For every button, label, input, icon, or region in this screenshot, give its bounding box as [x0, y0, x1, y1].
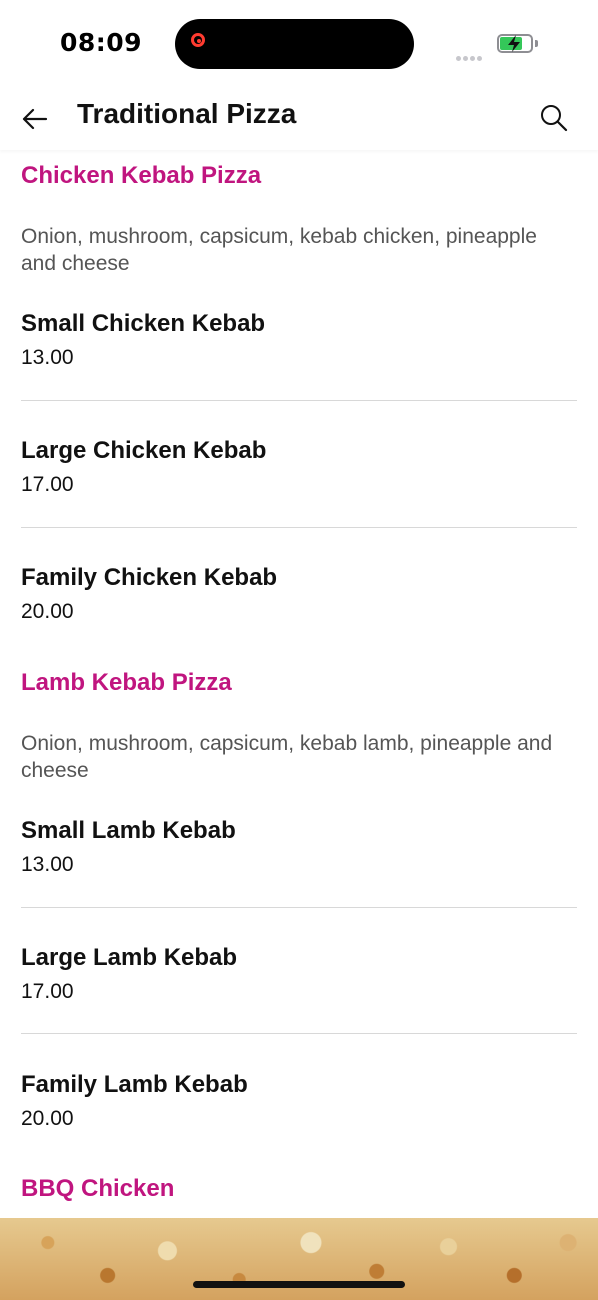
item-name: Small Lamb Kebab — [21, 817, 236, 844]
arrow-left-icon[interactable] — [18, 102, 52, 136]
item-price: 20.00 — [21, 600, 74, 623]
item-name: Family Lamb Kebab — [21, 1071, 248, 1098]
status-time: 08:09 — [60, 28, 143, 57]
section-description: Onion, mushroom, capsicum, kebab lamb, p… — [21, 732, 553, 782]
signal-icon — [456, 46, 486, 61]
divider — [21, 400, 577, 401]
home-indicator[interactable] — [193, 1281, 405, 1288]
section-title-chicken-kebab: Chicken Kebab Pizza — [21, 162, 262, 189]
item-name: Small Chicken Kebab — [21, 310, 266, 337]
section-title-bbq-chicken: BBQ Chicken — [21, 1175, 175, 1202]
divider — [21, 907, 577, 908]
menu-item[interactable]: Small Chicken Kebab 13.00 — [21, 310, 577, 370]
charging-bolt-icon — [508, 35, 520, 52]
section-description: Onion, mushroom, capsicum, kebab chicken… — [21, 225, 537, 275]
item-name: Large Chicken Kebab — [21, 437, 267, 464]
page-title: Traditional Pizza — [77, 98, 297, 129]
search-icon[interactable] — [538, 102, 570, 134]
app-header: Traditional Pizza — [0, 90, 598, 150]
item-price: 17.00 — [21, 980, 74, 1003]
item-price: 13.00 — [21, 346, 74, 369]
recording-icon — [191, 33, 205, 47]
section-title-lamb-kebab: Lamb Kebab Pizza — [21, 669, 232, 696]
menu-item[interactable]: Large Chicken Kebab 17.00 — [21, 437, 577, 497]
item-price: 20.00 — [21, 1107, 74, 1130]
menu-item[interactable]: Large Lamb Kebab 17.00 — [21, 944, 577, 1004]
item-name: Family Chicken Kebab — [21, 564, 278, 591]
item-price: 17.00 — [21, 473, 74, 496]
item-name: Large Lamb Kebab — [21, 944, 238, 971]
item-price: 13.00 — [21, 853, 74, 876]
divider — [21, 527, 577, 528]
menu-item[interactable]: Family Lamb Kebab 20.00 — [21, 1071, 577, 1131]
menu-item[interactable]: Small Lamb Kebab 13.00 — [21, 817, 577, 877]
battery-tip — [535, 40, 538, 47]
menu-item[interactable]: Family Chicken Kebab 20.00 — [21, 564, 577, 624]
divider — [21, 1033, 577, 1034]
battery-icon — [497, 34, 533, 53]
dynamic-island — [175, 19, 414, 69]
status-bar: 08:09 — [0, 0, 598, 90]
